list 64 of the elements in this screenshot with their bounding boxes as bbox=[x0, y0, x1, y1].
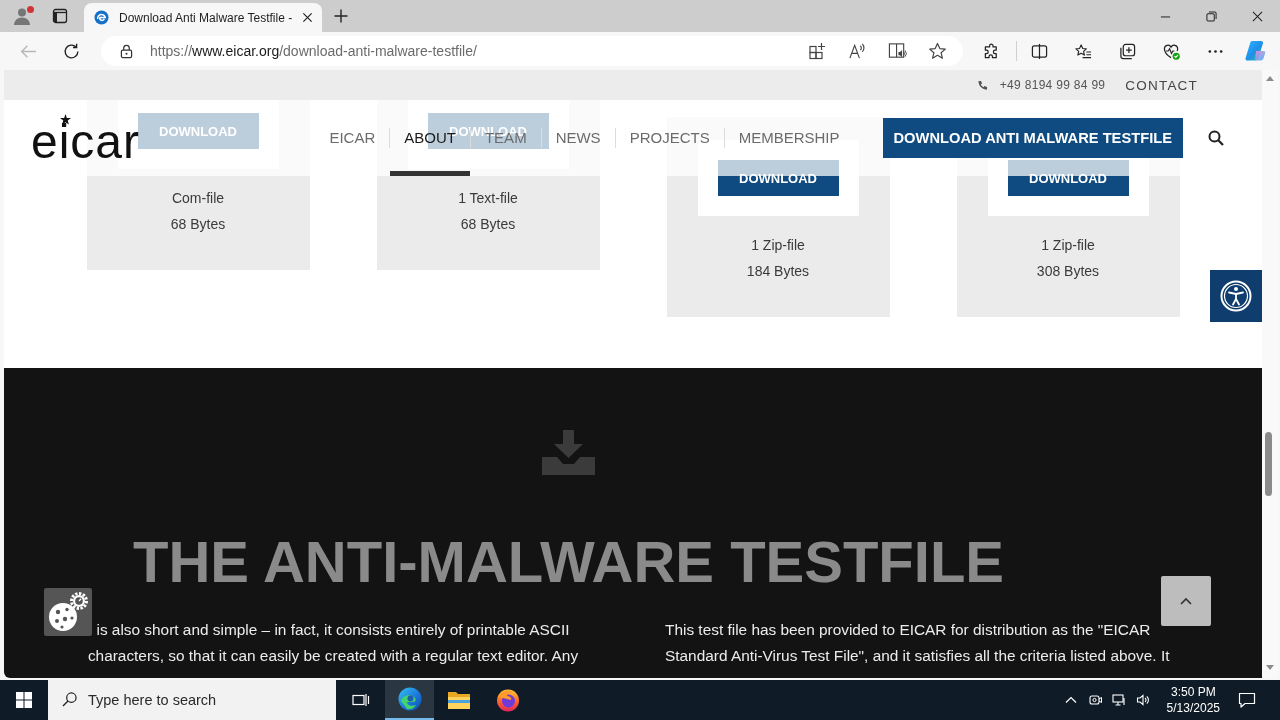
file-type: Com-file bbox=[171, 189, 225, 208]
star-list-icon[interactable] bbox=[1075, 42, 1092, 60]
cookie-gear-icon bbox=[46, 590, 90, 634]
browser-swirl-icon bbox=[397, 687, 422, 711]
camera-icon[interactable] bbox=[1087, 693, 1102, 707]
scroll-down-arrow-icon[interactable] bbox=[1266, 665, 1274, 670]
site-logo[interactable]: eicar bbox=[31, 114, 141, 162]
nav-link[interactable]: NEWS bbox=[555, 129, 601, 147]
new-tab-icon[interactable] bbox=[334, 9, 348, 23]
close-icon[interactable] bbox=[1251, 10, 1263, 22]
file-size: 184 Bytes bbox=[746, 262, 810, 281]
phone-number: +49 8194 99 84 99 bbox=[999, 78, 1106, 92]
hero-paragraph: This test file has been provided to EICAR for distribution as the "EICAR Standard Anti-Virus Test File", and it satisfies all the criteria listed above. It bbox=[665, 620, 1170, 666]
contact-link[interactable]: CONTACT bbox=[1125, 77, 1198, 93]
file-size: 68 Bytes bbox=[460, 215, 516, 234]
read-aloud-icon[interactable] bbox=[848, 42, 867, 60]
star-icon[interactable] bbox=[928, 42, 947, 60]
browser-favicon-icon bbox=[94, 10, 109, 25]
nav-link[interactable]: PROJECTS bbox=[629, 129, 710, 147]
restore-icon[interactable] bbox=[1205, 10, 1217, 22]
close-tab-icon[interactable] bbox=[302, 12, 313, 23]
refresh-icon[interactable] bbox=[63, 42, 80, 60]
lock-icon[interactable] bbox=[120, 43, 133, 59]
grid-plus-icon[interactable] bbox=[808, 42, 827, 60]
hero-paragraph: is also short and simple – in fact, it consists entirely of printable ASCII characters, so that it can easily be created with a regular text editor. Any bbox=[86, 620, 580, 666]
file-type: 1 Zip-file bbox=[751, 236, 805, 255]
profile-icon[interactable] bbox=[12, 6, 32, 26]
file-size: 308 Bytes bbox=[1036, 262, 1100, 281]
scrollbar-thumb[interactable] bbox=[1265, 432, 1272, 496]
search-icon bbox=[62, 692, 77, 707]
file-type: 1 Text-file bbox=[458, 189, 518, 208]
file-size: 68 Bytes bbox=[170, 215, 226, 234]
nav-link[interactable]: MEMBERSHIP bbox=[738, 129, 840, 147]
hero-title: THE ANTI-MALWARE TESTFILE bbox=[133, 533, 1005, 591]
chevron-up-icon bbox=[1180, 597, 1192, 605]
download-icon bbox=[542, 430, 595, 475]
accessibility-icon bbox=[1220, 280, 1252, 312]
network-icon[interactable] bbox=[1111, 693, 1126, 707]
task-view-icon bbox=[351, 692, 370, 708]
file-type: 1 Zip-file bbox=[1041, 236, 1095, 255]
taskbar-clock[interactable]: 3:50 PM 5/13/2025 bbox=[1158, 684, 1228, 716]
volume-icon[interactable] bbox=[1135, 693, 1150, 707]
start-icon bbox=[16, 692, 32, 708]
tab-actions-icon[interactable] bbox=[52, 8, 68, 24]
browser-tab[interactable]: Download Anti Malware Testfile - bbox=[84, 3, 322, 32]
puzzle-icon[interactable] bbox=[983, 42, 1000, 60]
cookie-settings-button[interactable] bbox=[44, 588, 92, 636]
taskbar-app-button[interactable] bbox=[385, 680, 434, 720]
collections-icon[interactable] bbox=[1119, 42, 1136, 60]
scroll-up-arrow-icon[interactable] bbox=[1266, 76, 1274, 81]
accessibility-button[interactable] bbox=[1210, 270, 1262, 322]
address-field[interactable]: https://www.eicar.org/download-anti-malware-testfile/ bbox=[101, 36, 963, 66]
split-screen-icon[interactable] bbox=[1031, 42, 1048, 60]
notification-icon[interactable] bbox=[1238, 692, 1256, 708]
phone-icon bbox=[976, 79, 988, 91]
nav-link[interactable]: EICAR bbox=[329, 129, 376, 147]
url-text: https://www.eicar.org/download-anti-malware-testfile/ bbox=[150, 43, 477, 59]
heart-pulse-icon[interactable] bbox=[1163, 42, 1180, 60]
download-testfile-button[interactable]: DOWNLOAD ANTI MALWARE TESTFILE bbox=[882, 118, 1183, 158]
search-icon[interactable] bbox=[1208, 130, 1224, 146]
taskbar-search-field[interactable]: Type here to search bbox=[48, 680, 336, 720]
fox-browser-icon bbox=[495, 688, 520, 712]
book-speaker-icon[interactable] bbox=[888, 42, 907, 60]
gradient-logo-icon[interactable] bbox=[1244, 40, 1266, 62]
